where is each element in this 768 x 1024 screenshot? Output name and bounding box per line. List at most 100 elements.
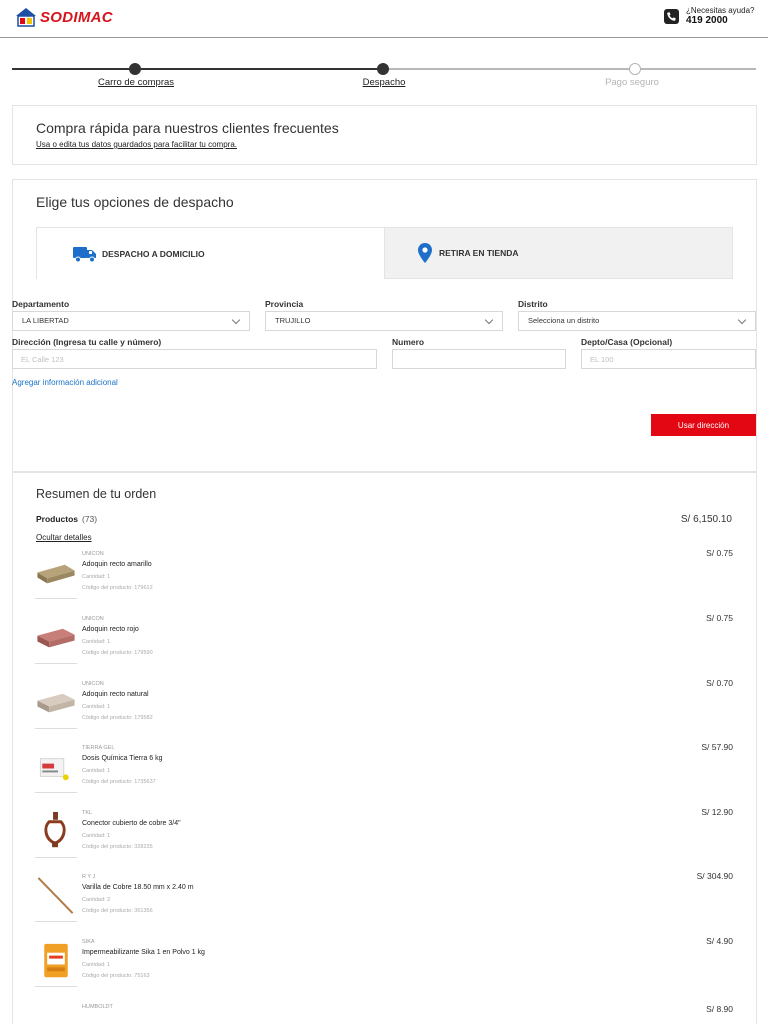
item-code: Código del producto: 328235 — [82, 844, 153, 850]
brand-name: SODIMAC — [40, 8, 113, 26]
help-text: ¿Necesitas ayuda? 419 2000 — [686, 6, 754, 26]
list-item: UNICON Adoquin recto rojo Cantidad: 1 Có… — [35, 613, 733, 680]
order-total: S/ 6,150.10 — [680, 514, 732, 525]
item-code: Código del producto: 1735637 — [82, 779, 156, 785]
item-brand: TKL — [82, 810, 93, 816]
item-price: S/ 57.90 — [701, 742, 733, 752]
list-item: TIERRA GEL Dosis Química Tierra 6 kg Can… — [35, 742, 733, 809]
item-price: S/ 0.70 — [706, 678, 733, 688]
item-price: S/ 0.75 — [706, 613, 733, 623]
item-price: S/ 12.90 — [701, 807, 733, 817]
direccion-input[interactable] — [12, 349, 377, 369]
products-label: Productos — [36, 514, 79, 524]
list-item: TKL Conector cubierto de cobre 3/4" Cant… — [35, 807, 733, 874]
header: SODIMAC ¿Necesitas ayuda? 419 2000 — [0, 0, 768, 38]
dispatch-title: Elige tus opciones de despacho — [36, 194, 234, 210]
step-dot-payment — [629, 63, 641, 75]
paver-red-icon — [35, 628, 77, 664]
departamento-select[interactable]: LA LIBERTAD — [12, 311, 250, 331]
chemical-box-icon — [35, 758, 77, 793]
distrito-select[interactable]: Selecciona un distrito — [518, 311, 756, 331]
hide-details-link[interactable]: Ocultar detalles — [36, 533, 92, 542]
item-brand: TIERRA GEL — [82, 745, 115, 751]
item-name[interactable]: Varilla de Cobre 18.50 mm x 2.40 m — [82, 884, 194, 891]
paver-natural-icon — [35, 693, 77, 729]
item-code: Código del producto: 75163 — [82, 973, 150, 979]
item-code: Código del producto: 361356 — [82, 908, 153, 914]
house-logo-icon — [16, 8, 36, 27]
distrito-label: Distrito — [518, 299, 548, 309]
item-code: Código del producto: 179612 — [82, 585, 153, 591]
numero-input[interactable] — [392, 349, 566, 369]
list-item: UNICON Adoquin recto natural Cantidad: 1… — [35, 678, 733, 745]
item-brand: R Y J — [82, 874, 96, 880]
item-quantity: Cantidad: 1 — [82, 704, 111, 710]
quick-buy-panel: Compra rápida para nuestros clientes fre… — [12, 105, 757, 165]
chevron-down-icon — [737, 315, 747, 325]
phone-icon — [664, 9, 679, 24]
direccion-label: Dirección (Ingresa tu calle y número) — [12, 337, 162, 347]
help-contact[interactable]: ¿Necesitas ayuda? 419 2000 — [664, 6, 754, 26]
departamento-label: Departamento — [12, 299, 70, 309]
checkout-stepper: Carro de compras Despacho Pago seguro — [12, 62, 756, 94]
tab-home-delivery[interactable]: DESPACHO A DOMICILIO — [36, 227, 385, 279]
item-brand: UNICON — [82, 681, 104, 687]
quick-buy-title: Compra rápida para nuestros clientes fre… — [36, 120, 339, 136]
step-payment: Pago seguro — [605, 77, 659, 88]
item-price: S/ 0.75 — [706, 548, 733, 558]
powder-bag-icon — [35, 943, 77, 987]
item-brand: HUMBOLDT — [82, 1004, 113, 1010]
list-item: R Y J Varilla de Cobre 18.50 mm x 2.40 m… — [35, 871, 733, 938]
tab-store-pickup[interactable]: RETIRA EN TIENDA — [384, 227, 733, 279]
item-name[interactable]: Adoquin recto natural — [82, 691, 149, 698]
quick-buy-link[interactable]: Usa o edita tus datos guardados para fac… — [36, 140, 237, 149]
item-code: Código del producto: 179582 — [82, 715, 153, 721]
item-name[interactable]: Dosis Química Tierra 6 kg — [82, 755, 163, 762]
depto-label: Depto/Casa (Opcional) — [581, 337, 673, 347]
item-brand: UNICON — [82, 616, 104, 622]
item-quantity: Cantidad: 1 — [82, 768, 111, 774]
location-pin-icon — [418, 243, 432, 263]
item-name[interactable]: Impermeabilizante Sika 1 en Polvo 1 kg — [82, 949, 205, 956]
item-price: S/ 8.90 — [706, 1004, 733, 1014]
copper-rod-icon — [35, 877, 77, 922]
products-count: (73) — [82, 514, 98, 524]
provincia-label: Provincia — [265, 299, 304, 309]
step-dispatch[interactable]: Despacho — [363, 77, 406, 88]
item-quantity: Cantidad: 1 — [82, 962, 111, 968]
copper-connector-icon — [35, 811, 77, 858]
use-address-button[interactable]: Usar dirección — [651, 414, 756, 436]
chevron-down-icon — [231, 315, 241, 325]
distrito-value: Selecciona un distrito — [528, 316, 600, 325]
dispatch-tabs: DESPACHO A DOMICILIO RETIRA EN TIENDA — [36, 227, 733, 279]
numero-label: Numero — [392, 337, 425, 347]
item-price: S/ 4.90 — [706, 936, 733, 946]
list-item: HUMBOLDT S/ 8.90 — [35, 1004, 733, 1024]
help-phone-number: 419 2000 — [686, 15, 728, 26]
add-additional-info-link[interactable]: Agregar información adicional — [12, 378, 118, 387]
provincia-select[interactable]: TRUJILLO — [265, 311, 503, 331]
tab-home-delivery-label: DESPACHO A DOMICILIO — [102, 248, 205, 259]
item-name[interactable]: Adoquin recto rojo — [82, 626, 139, 633]
item-quantity: Cantidad: 1 — [82, 574, 111, 580]
item-brand: UNICON — [82, 551, 104, 557]
item-code: Código del producto: 179590 — [82, 650, 153, 656]
summary-title: Resumen de tu orden — [36, 487, 157, 501]
list-item: UNICON Adoquin recto amarillo Cantidad: … — [35, 548, 733, 615]
step-cart[interactable]: Carro de compras — [98, 77, 174, 88]
step-dot-cart — [129, 63, 141, 75]
departamento-value: LA LIBERTAD — [22, 316, 69, 325]
step-dot-dispatch — [377, 63, 389, 75]
depto-input[interactable] — [581, 349, 756, 369]
sodimac-logo[interactable]: SODIMAC — [15, 7, 113, 27]
stepper-line-pending — [384, 68, 756, 70]
item-quantity: Cantidad: 1 — [82, 639, 111, 645]
paver-yellow-icon — [35, 564, 77, 599]
item-quantity: Cantidad: 1 — [82, 833, 111, 839]
tab-store-pickup-label: RETIRA EN TIENDA — [439, 248, 519, 258]
chevron-down-icon — [484, 315, 494, 325]
item-quantity: Cantidad: 2 — [82, 897, 111, 903]
item-name[interactable]: Conector cubierto de cobre 3/4" — [82, 820, 181, 827]
provincia-value: TRUJILLO — [275, 316, 311, 325]
item-name[interactable]: Adoquin recto amarillo — [82, 561, 152, 568]
